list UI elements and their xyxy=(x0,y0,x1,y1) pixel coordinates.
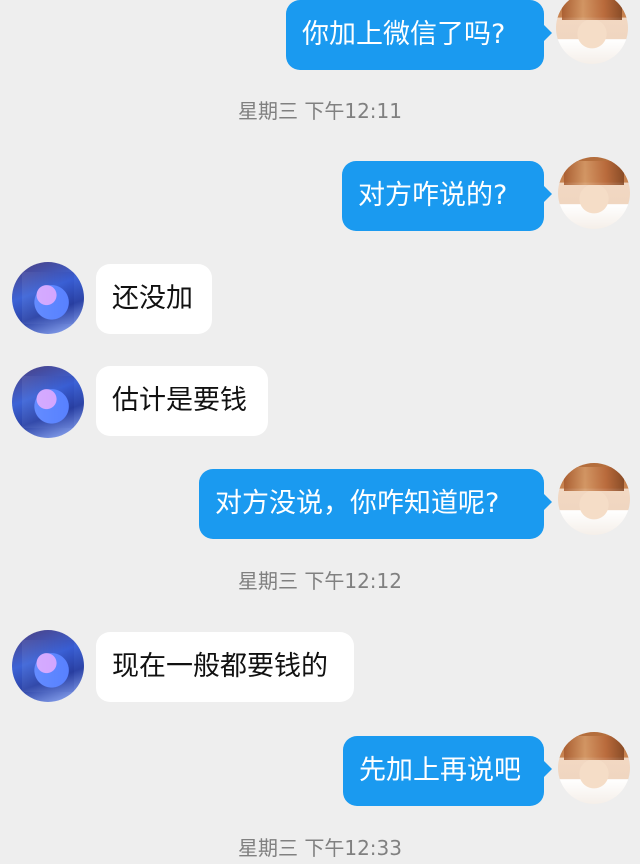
timestamp: 星期三 下午12:11 xyxy=(238,99,402,123)
my-avatar[interactable] xyxy=(558,463,630,535)
message-outgoing: 先加上再说吧 xyxy=(343,732,640,806)
message-bubble[interactable]: 对方没说，你咋知道呢? xyxy=(199,469,544,539)
contact-avatar[interactable] xyxy=(12,630,84,702)
message-bubble[interactable]: 你加上微信了吗? xyxy=(286,0,544,70)
chat-thread: 你加上微信了吗? 星期三 下午12:11 对方咋说的? 还没加 估计是要钱 对方… xyxy=(0,0,640,864)
my-avatar[interactable] xyxy=(556,0,628,64)
message-incoming: 估计是要钱 xyxy=(0,366,300,438)
bubble-tail xyxy=(544,494,552,510)
message-incoming: 还没加 xyxy=(0,262,260,334)
bubble-tail xyxy=(544,761,552,777)
message-bubble[interactable]: 估计是要钱 xyxy=(96,366,268,436)
contact-avatar[interactable] xyxy=(12,262,84,334)
message-bubble[interactable]: 对方咋说的? xyxy=(342,161,544,231)
message-bubble[interactable]: 还没加 xyxy=(96,264,212,334)
message-outgoing: 对方没说，你咋知道呢? xyxy=(199,463,640,539)
my-avatar[interactable] xyxy=(558,732,630,804)
bubble-tail xyxy=(544,25,552,41)
message-outgoing: 你加上微信了吗? xyxy=(286,0,640,70)
contact-avatar[interactable] xyxy=(12,366,84,438)
message-outgoing: 对方咋说的? xyxy=(342,157,640,231)
message-bubble[interactable]: 现在一般都要钱的 xyxy=(96,632,354,702)
bubble-tail xyxy=(544,186,552,202)
timestamp: 星期三 下午12:33 xyxy=(238,836,402,860)
message-bubble[interactable]: 先加上再说吧 xyxy=(343,736,544,806)
my-avatar[interactable] xyxy=(558,157,630,229)
timestamp: 星期三 下午12:12 xyxy=(238,569,402,593)
message-incoming: 现在一般都要钱的 xyxy=(0,630,380,702)
